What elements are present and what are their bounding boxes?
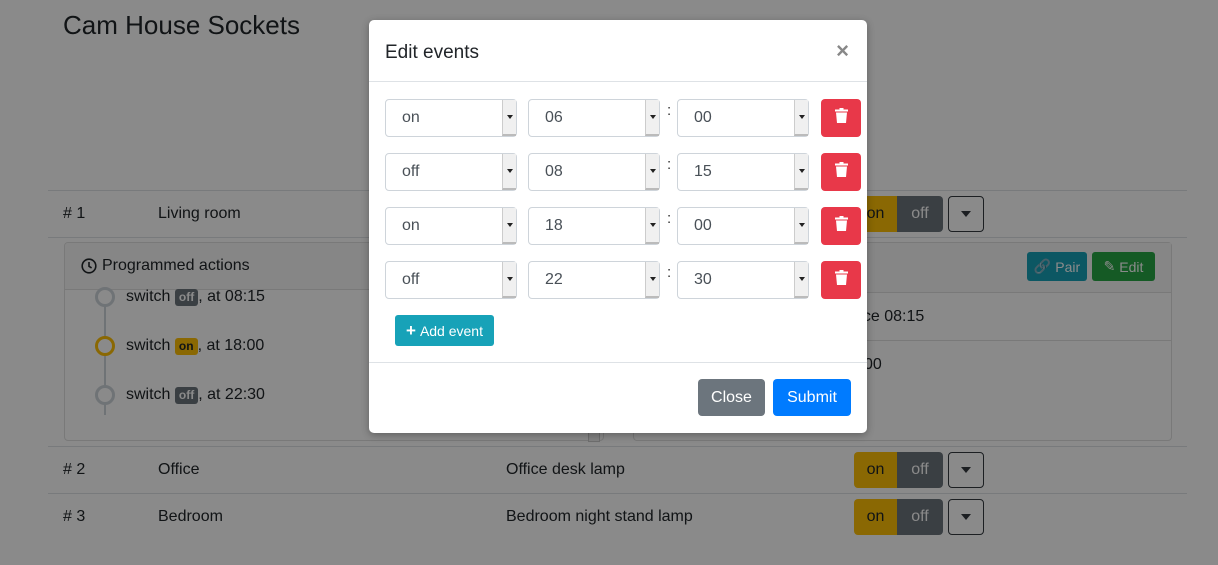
- hour-select[interactable]: 22: [528, 261, 660, 299]
- hour-select[interactable]: 08: [528, 153, 660, 191]
- state-select[interactable]: on: [385, 207, 517, 245]
- select-arrow-icon: [502, 154, 516, 190]
- hour-select[interactable]: 18: [528, 207, 660, 245]
- edit-events-modal: Edit events × on 06:00 off 08:15 on 18:00 off 2…: [369, 20, 867, 433]
- minute-select[interactable]: 00: [677, 99, 809, 137]
- select-arrow-icon: [502, 100, 516, 136]
- delete-event-button[interactable]: [821, 153, 861, 191]
- modal-title: Edit events: [385, 42, 479, 63]
- select-arrow-icon: [794, 154, 808, 190]
- select-arrow-icon: [645, 154, 659, 190]
- select-arrow-icon: [645, 262, 659, 298]
- close-button[interactable]: Close: [698, 379, 765, 416]
- add-event-button[interactable]: + Add event: [395, 315, 494, 346]
- minute-select[interactable]: 30: [677, 261, 809, 299]
- delete-event-button[interactable]: [821, 99, 861, 137]
- trash-icon: [834, 108, 848, 128]
- plus-icon: +: [406, 320, 416, 340]
- select-arrow-icon: [645, 208, 659, 244]
- submit-button[interactable]: Submit: [773, 379, 851, 416]
- state-select[interactable]: off: [385, 153, 517, 191]
- select-arrow-icon: [502, 262, 516, 298]
- delete-event-button[interactable]: [821, 261, 861, 299]
- time-separator: :: [667, 156, 672, 173]
- hour-select[interactable]: 06: [528, 99, 660, 137]
- state-select[interactable]: off: [385, 261, 517, 299]
- time-separator: :: [667, 210, 672, 227]
- minute-select[interactable]: 15: [677, 153, 809, 191]
- trash-icon: [834, 162, 848, 182]
- select-arrow-icon: [794, 262, 808, 298]
- close-icon[interactable]: ×: [836, 38, 849, 64]
- modal-header: Edit events ×: [369, 20, 867, 82]
- select-arrow-icon: [794, 208, 808, 244]
- trash-icon: [834, 270, 848, 290]
- divider: [369, 362, 867, 363]
- select-arrow-icon: [645, 100, 659, 136]
- time-separator: :: [667, 264, 672, 281]
- state-select[interactable]: on: [385, 99, 517, 137]
- trash-icon: [834, 216, 848, 236]
- select-arrow-icon: [502, 208, 516, 244]
- minute-select[interactable]: 00: [677, 207, 809, 245]
- select-arrow-icon: [794, 100, 808, 136]
- delete-event-button[interactable]: [821, 207, 861, 245]
- time-separator: :: [667, 102, 672, 119]
